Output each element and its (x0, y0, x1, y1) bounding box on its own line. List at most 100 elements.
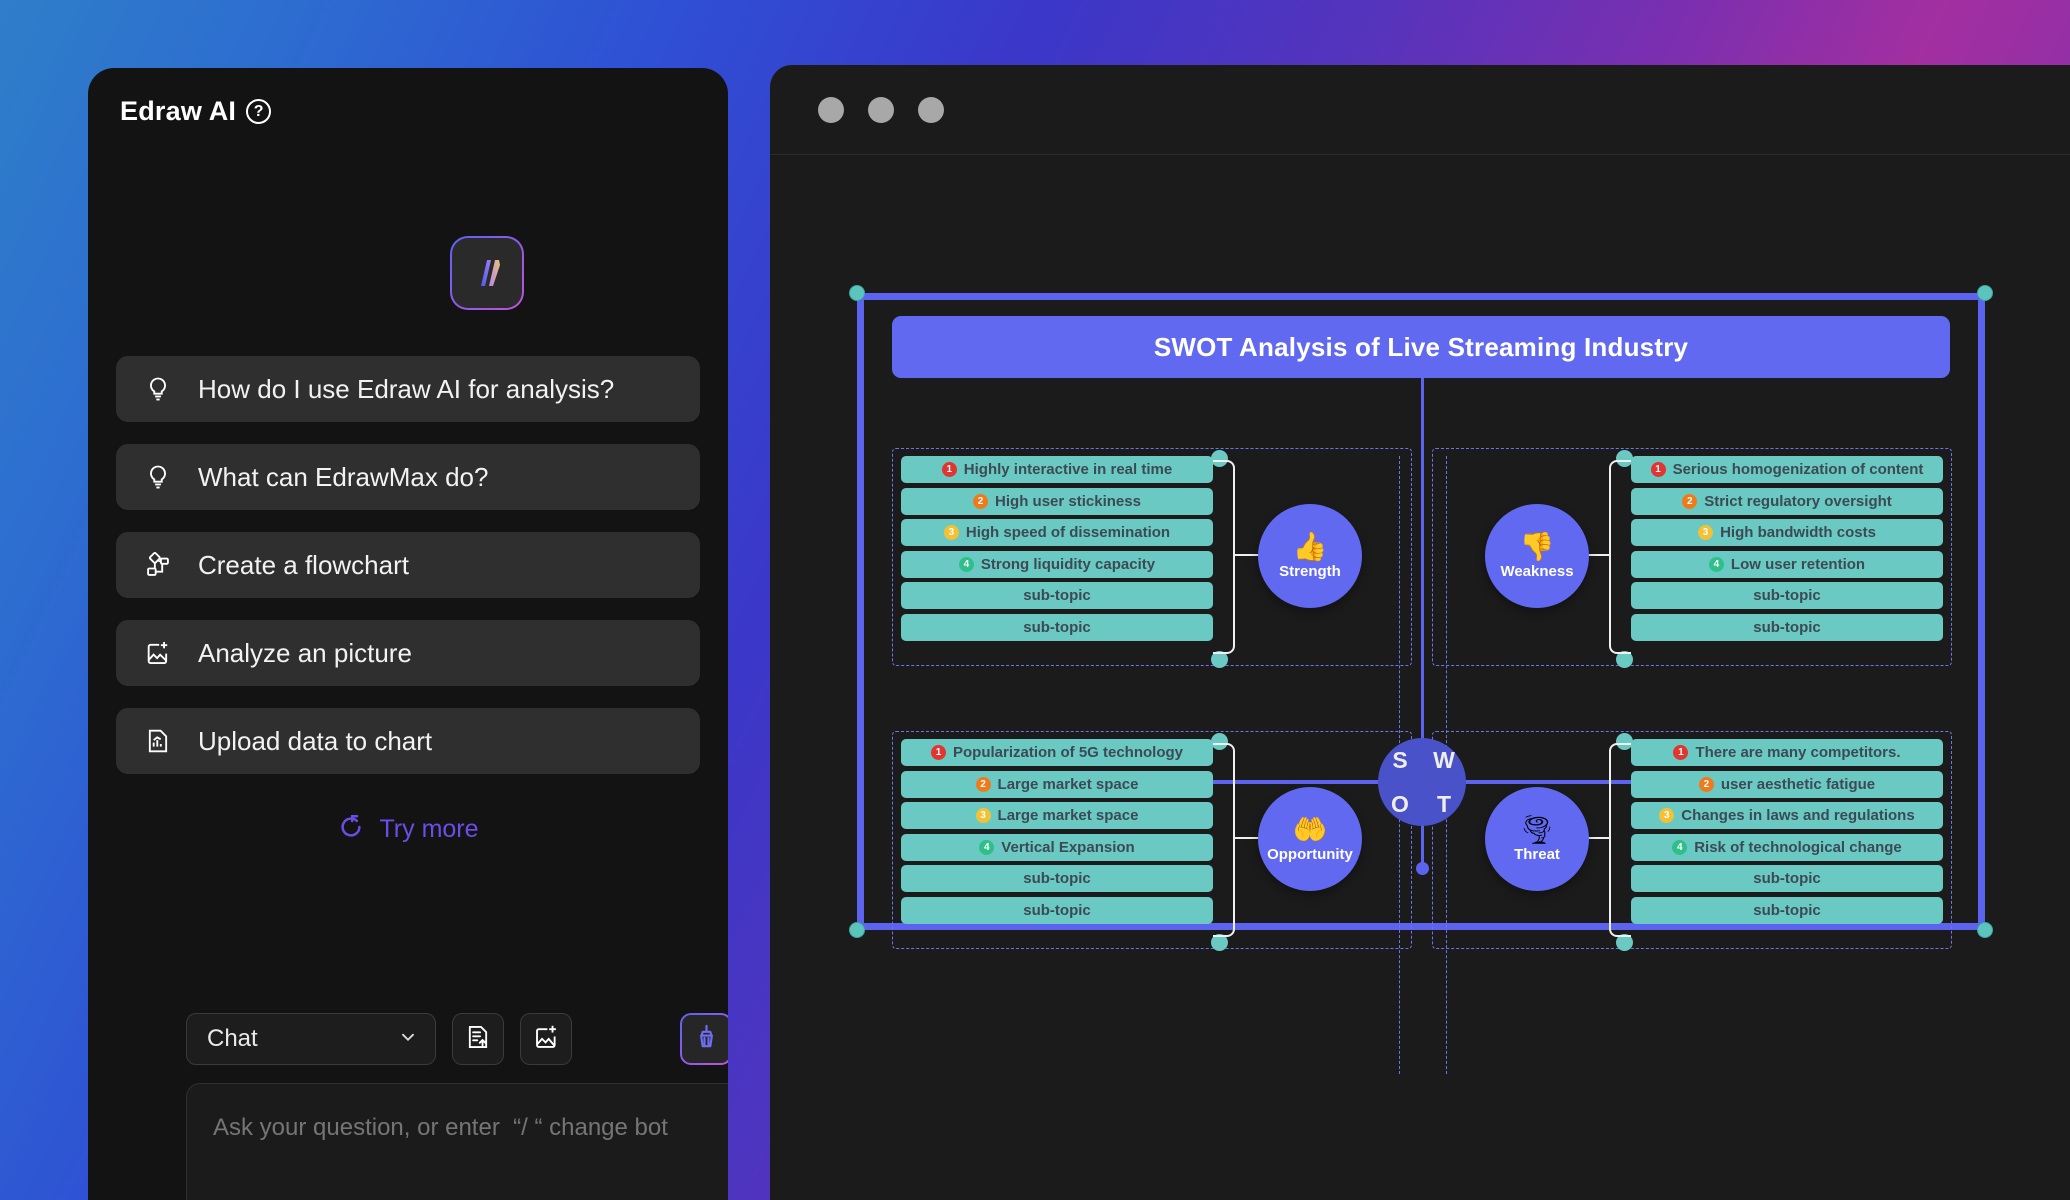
diagram-title[interactable]: SWOT Analysis of Live Streaming Industry (892, 316, 1950, 378)
topic-number-badge: 1 (941, 462, 957, 477)
quadrant-circle-opportunity[interactable]: 🤲 Opportunity (1258, 787, 1362, 891)
panel-title-text: Edraw AI (120, 96, 237, 126)
selection-handle-tl[interactable] (849, 285, 865, 301)
topic-item[interactable]: 3 Changes in laws and regulations (1631, 802, 1943, 829)
topic-item[interactable]: 3 Large market space (901, 802, 1213, 829)
suggestion-item-upload-data[interactable]: Upload data to chart (116, 708, 700, 774)
suggestion-item-flowchart[interactable]: Create a flowchart (116, 532, 700, 598)
quadrant-label-opportunity: Opportunity (1267, 845, 1353, 863)
topic-number-badge: 2 (973, 493, 989, 509)
suggestion-item-analyze-picture[interactable]: Analyze an picture (116, 620, 700, 686)
topic-number-badge: 4 (979, 839, 995, 855)
upload-document-button[interactable] (452, 1013, 504, 1065)
selection-bar-top[interactable] (857, 293, 1985, 300)
chat-input[interactable] (213, 1114, 728, 1142)
topic-number-badge: 3 (1698, 525, 1714, 540)
topic-item[interactable]: sub-topic (1631, 865, 1943, 892)
topic-item[interactable]: 1 Highly interactive in real time (901, 456, 1213, 483)
topic-item[interactable]: 1 There are many competitors. (1631, 739, 1943, 766)
topic-text: Strong liquidity capacity (980, 555, 1156, 573)
diagram-canvas[interactable]: SWOT Analysis of Live Streaming Industry… (770, 156, 2070, 1200)
topic-text: sub-topic (1753, 587, 1821, 604)
suggestion-item-edrawmax[interactable]: What can EdrawMax do? (116, 444, 700, 510)
topic-number-badge: 2 (975, 776, 991, 792)
center-letter-w: W (1433, 746, 1455, 773)
topic-text: High user stickiness (995, 492, 1141, 510)
window-dot-2[interactable] (868, 96, 894, 123)
selection-handle-tr[interactable] (1977, 285, 1993, 301)
topic-number-badge: 2 (1698, 776, 1714, 792)
connector-strength (1213, 460, 1235, 654)
topic-text: Low user retention (1730, 555, 1866, 573)
topic-item[interactable]: 2 High user stickiness (901, 487, 1213, 515)
topic-item[interactable]: 2 Strict regulatory oversight (1631, 487, 1943, 515)
topic-item[interactable]: 1 Serious homogenization of content (1631, 456, 1943, 483)
topic-column-strength: 1 Highly interactive in real time 2 High us… (901, 456, 1213, 645)
topic-text: sub-topic (1023, 870, 1091, 887)
selection-handle-br[interactable] (1977, 922, 1993, 938)
logo-glyph (481, 260, 500, 286)
axis-dot-bottom[interactable] (1416, 862, 1429, 875)
topic-number-badge: 3 (1659, 808, 1675, 823)
connector-opportunity (1213, 743, 1235, 937)
swot-center-node[interactable]: S W O T (1378, 738, 1466, 826)
help-icon[interactable]: ? (246, 99, 272, 124)
topic-item[interactable]: sub-topic (901, 865, 1213, 892)
topic-item[interactable]: 2 user aesthetic fatigue (1631, 770, 1943, 798)
chat-mode-select[interactable]: Chat (186, 1013, 436, 1065)
topic-number-badge: 4 (958, 556, 974, 572)
topic-column-threat: 1 There are many competitors. 2 user aesthe… (1631, 739, 1943, 928)
quadrant-label-strength: Strength (1279, 562, 1341, 580)
topic-text: Risk of technological change (1694, 838, 1902, 856)
topic-item[interactable]: 4 Risk of technological change (1631, 833, 1943, 861)
quadrant-circle-threat[interactable]: 🌪 Threat (1485, 787, 1589, 891)
try-more-button[interactable]: Try more (88, 813, 728, 846)
quadrant-circle-weakness[interactable]: 👎 Weakness (1485, 504, 1589, 608)
selection-bar-right[interactable] (1978, 293, 1985, 930)
thumbs-down-icon: 👎 (1519, 530, 1555, 562)
tornado-icon: 🌪 (1519, 813, 1555, 845)
topic-item[interactable]: 4 Strong liquidity capacity (901, 550, 1213, 578)
topic-item[interactable]: sub-topic (1631, 613, 1943, 641)
selection-bar-left[interactable] (857, 293, 864, 930)
quadrant-circle-strength[interactable]: 👍 Strength (1258, 504, 1362, 608)
try-more-label: Try more (379, 815, 479, 843)
center-letter-s: S (1392, 746, 1408, 773)
connector-strength-stem (1233, 554, 1259, 556)
window-dot-3[interactable] (918, 96, 944, 123)
edraw-ai-panel: Edraw AI ? How do I use Edraw AI for ana… (88, 68, 728, 1200)
diagram-window: SWOT Analysis of Live Streaming Industry… (770, 65, 2070, 1200)
topic-item[interactable]: sub-topic (901, 582, 1213, 609)
topic-number-badge: 2 (1682, 493, 1698, 509)
thumbs-up-icon: 👍 (1292, 530, 1328, 562)
money-hand-icon: 🤲 (1292, 813, 1328, 845)
topic-item[interactable]: sub-topic (1631, 896, 1943, 924)
clear-chat-button[interactable] (680, 1013, 728, 1065)
topic-number-badge: 1 (1650, 462, 1666, 477)
quadrant-label-threat: Threat (1514, 845, 1560, 863)
selection-handle-bl[interactable] (849, 922, 865, 938)
topic-item[interactable]: 4 Vertical Expansion (901, 833, 1213, 861)
topic-item[interactable]: sub-topic (1631, 582, 1943, 609)
composer-toolbar: Chat (186, 1013, 728, 1065)
topic-text: sub-topic (1023, 587, 1091, 604)
center-letter-t: T (1436, 790, 1452, 817)
chat-input-container (186, 1083, 728, 1200)
window-dot-1[interactable] (818, 96, 844, 123)
connector-opportunity-stem (1233, 837, 1259, 839)
topic-item[interactable]: sub-topic (901, 896, 1213, 924)
topic-text: There are many competitors. (1695, 744, 1901, 761)
topic-item[interactable]: sub-topic (901, 613, 1213, 641)
topic-item[interactable]: 4 Low user retention (1631, 550, 1943, 578)
lightbulb-icon (142, 373, 174, 405)
topic-item[interactable]: 2 Large market space (901, 770, 1213, 798)
image-plus-icon (142, 637, 174, 669)
topic-item[interactable]: 3 High bandwidth costs (1631, 519, 1943, 546)
topic-item[interactable]: 1 Popularization of 5G technology (901, 739, 1213, 766)
topic-item[interactable]: 3 High speed of dissemination (901, 519, 1213, 546)
add-image-button[interactable] (520, 1013, 572, 1065)
suggestion-item-analysis[interactable]: How do I use Edraw AI for analysis? (116, 356, 700, 422)
suggestion-label: Create a flowchart (198, 549, 409, 580)
suggestion-label: How do I use Edraw AI for analysis? (198, 373, 615, 404)
topic-number-badge: 4 (1672, 839, 1688, 855)
